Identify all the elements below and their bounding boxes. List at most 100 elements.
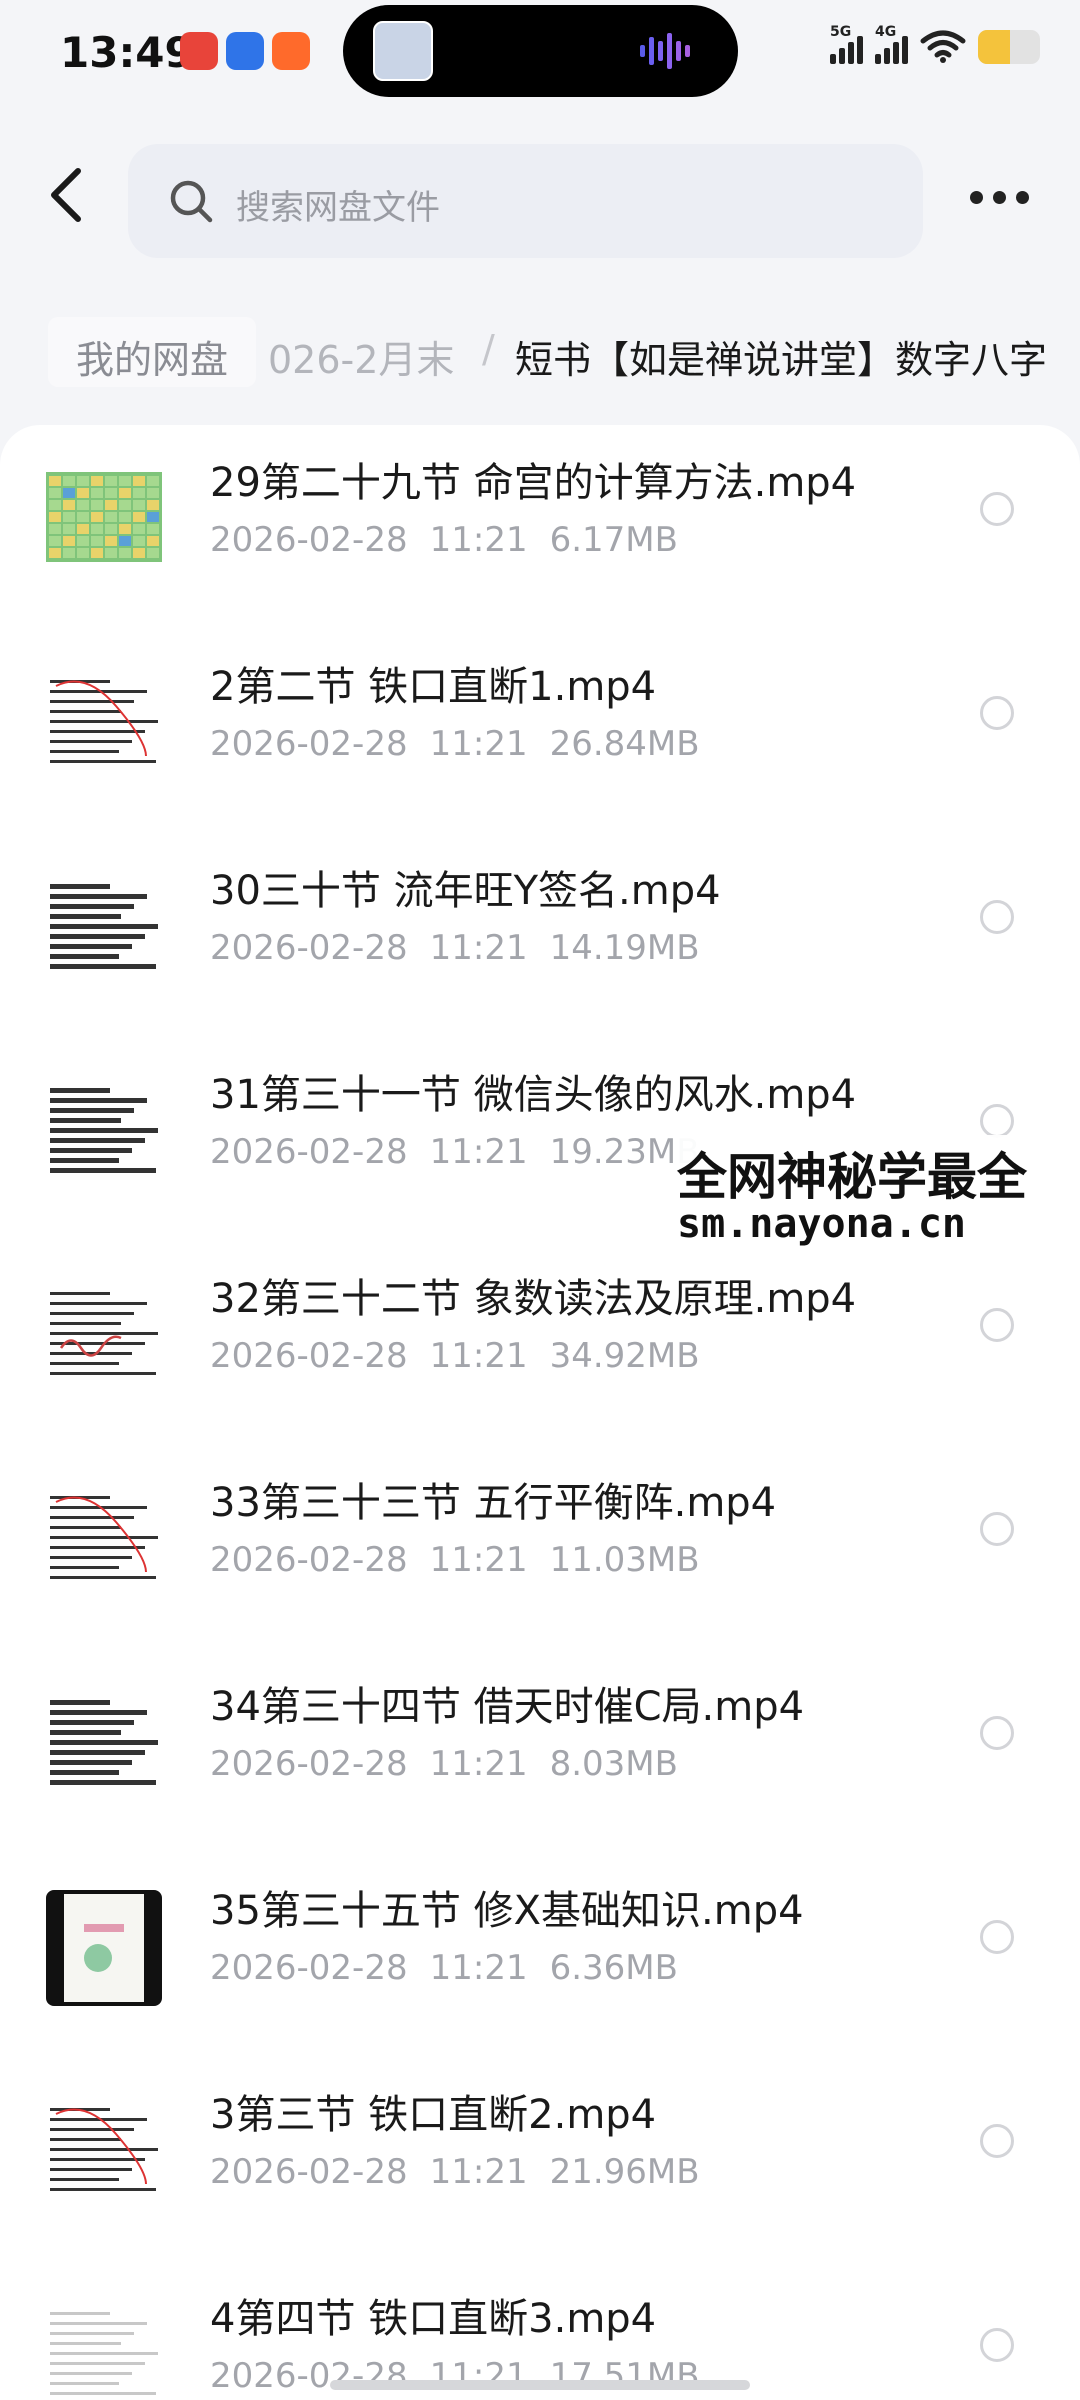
file-meta: 2026-02-28 11:21 26.84MB [210,724,722,764]
video-thumbnail [46,1890,162,2006]
file-name: 3第三节 铁口直断2.mp4 [210,2092,657,2138]
file-list-item[interactable]: 33第三十三节 五行平衡阵.mp4 2026-02-28 11:21 11.03MB [0,1450,1080,1654]
select-checkbox[interactable] [980,696,1014,730]
media-thumbnail [373,21,433,81]
file-meta: 2026-02-28 11:21 14.19MB [210,928,722,968]
breadcrumb-root[interactable]: 我的网盘 [48,317,257,387]
file-time: 11:21 [429,1540,528,1580]
dot-icon [993,190,1006,204]
video-thumbnail [46,462,162,578]
battery-icon [978,30,1040,64]
status-bar: 13:49 5G 4G [0,0,1080,110]
video-thumbnail [46,1482,162,1598]
file-size: 11.03MB [549,1540,700,1580]
top-bar: 搜索网盘文件 [0,130,1080,260]
file-list-item[interactable]: 3第三节 铁口直断2.mp4 2026-02-28 11:21 21.96MB [0,2062,1080,2266]
file-name: 29第二十九节 命宫的计算方法.mp4 [210,460,857,506]
watermark-overlay: 全网神秘学最全 sm.nayona.cn [675,1135,1075,1255]
file-list-item[interactable]: 30三十节 流年旺Y签名.mp4 2026-02-28 11:21 14.19MB [0,838,1080,1042]
file-name: 31第三十一节 微信头像的风水.mp4 [210,1072,857,1118]
select-checkbox[interactable] [980,1716,1014,1750]
file-size: 17.51MB [549,2356,700,2396]
breadcrumb-separator: / [482,327,495,371]
video-thumbnail [46,870,162,986]
file-meta: 2026-02-28 11:21 19.23MB [210,1132,722,1172]
file-time: 11:21 [429,520,528,560]
notification-app-icon [272,32,310,70]
video-thumbnail [46,666,162,782]
status-indicators: 5G 4G [830,24,1040,64]
file-size: 14.19MB [549,928,700,968]
file-meta: 2026-02-28 11:21 6.36MB [210,1948,700,1988]
file-size: 34.92MB [549,1336,700,1376]
file-list-item[interactable]: 32第三十二节 象数读法及原理.mp4 2026-02-28 11:21 34.92M… [0,1246,1080,1450]
file-date: 2026-02-28 [210,1336,408,1376]
select-checkbox[interactable] [980,2328,1014,2362]
video-thumbnail [46,1074,162,1190]
file-time: 11:21 [429,2356,528,2396]
file-meta: 2026-02-28 11:21 6.17MB [210,520,700,560]
file-date: 2026-02-28 [210,724,408,764]
file-time: 11:21 [429,724,528,764]
notification-app-icon [180,32,218,70]
file-browser-screen: 13:49 5G 4G 搜索网盘文件 我的网盘 026-2月末 / 短书【如是禅… [0,0,1080,2400]
select-checkbox[interactable] [980,900,1014,934]
video-thumbnail [46,2094,162,2210]
file-name: 33第三十三节 五行平衡阵.mp4 [210,1480,777,1526]
file-list: 29第二十九节 命宫的计算方法.mp4 2026-02-28 11:21 6.17MB… [0,425,1080,2400]
file-name: 30三十节 流年旺Y签名.mp4 [210,868,721,914]
notification-app-icon [226,32,264,70]
file-time: 11:21 [429,1132,528,1172]
file-size: 26.84MB [549,724,700,764]
status-time: 13:49 [60,28,194,77]
video-thumbnail [46,1278,162,1394]
dynamic-island[interactable] [343,5,738,97]
file-date: 2026-02-28 [210,1132,408,1172]
file-name: 4第四节 铁口直断3.mp4 [210,2296,657,2342]
select-checkbox[interactable] [980,1920,1014,1954]
search-input[interactable]: 搜索网盘文件 [128,144,923,258]
file-date: 2026-02-28 [210,1540,408,1580]
file-time: 11:21 [429,1948,528,1988]
select-checkbox[interactable] [980,1512,1014,1546]
select-checkbox[interactable] [980,1104,1014,1138]
battery-level [978,30,1011,64]
file-name: 2第二节 铁口直断1.mp4 [210,664,657,710]
more-options-button[interactable] [970,185,1040,209]
select-checkbox[interactable] [980,1308,1014,1342]
file-date: 2026-02-28 [210,1744,408,1784]
cellular-signal-icon: 4G [875,24,908,64]
file-size: 8.03MB [549,1744,678,1784]
dot-icon [970,190,983,204]
back-arrow-icon[interactable] [40,165,100,225]
video-thumbnail [46,1686,162,1802]
watermark-line-2: sm.nayona.cn [677,1201,966,1247]
file-size: 6.17MB [549,520,678,560]
file-list-item[interactable]: 35第三十五节 修X基础知识.mp4 2026-02-28 11:21 6.36MB [0,1858,1080,2062]
search-icon [170,180,213,223]
file-meta: 2026-02-28 11:21 8.03MB [210,1744,700,1784]
file-date: 2026-02-28 [210,928,408,968]
file-date: 2026-02-28 [210,520,408,560]
file-meta: 2026-02-28 11:21 11.03MB [210,1540,722,1580]
file-name: 35第三十五节 修X基础知识.mp4 [210,1888,804,1934]
select-checkbox[interactable] [980,2124,1014,2158]
file-meta: 2026-02-28 11:21 17.51MB [210,2356,722,2396]
file-list-item[interactable]: 2第二节 铁口直断1.mp4 2026-02-28 11:21 26.84MB [0,634,1080,838]
file-date: 2026-02-28 [210,2356,408,2396]
file-date: 2026-02-28 [210,2152,408,2192]
wifi-icon [920,30,966,63]
dot-icon [1016,190,1029,204]
file-time: 11:21 [429,1336,528,1376]
file-time: 11:21 [429,1744,528,1784]
file-meta: 2026-02-28 11:21 34.92MB [210,1336,722,1376]
breadcrumb-folder[interactable]: 026-2月末 [268,329,454,384]
breadcrumb-current: 短书【如是禅说讲堂】数字八字 [515,338,1048,382]
audio-wave-icon [640,33,690,69]
file-size: 21.96MB [549,2152,700,2192]
file-list-item[interactable]: 29第二十九节 命宫的计算方法.mp4 2026-02-28 11:21 6.17MB [0,430,1080,634]
file-list-item[interactable]: 34第三十四节 借天时催C局.mp4 2026-02-28 11:21 8.03MB [0,1654,1080,1858]
home-indicator[interactable] [330,2380,750,2390]
search-placeholder: 搜索网盘文件 [236,188,440,228]
select-checkbox[interactable] [980,492,1014,526]
